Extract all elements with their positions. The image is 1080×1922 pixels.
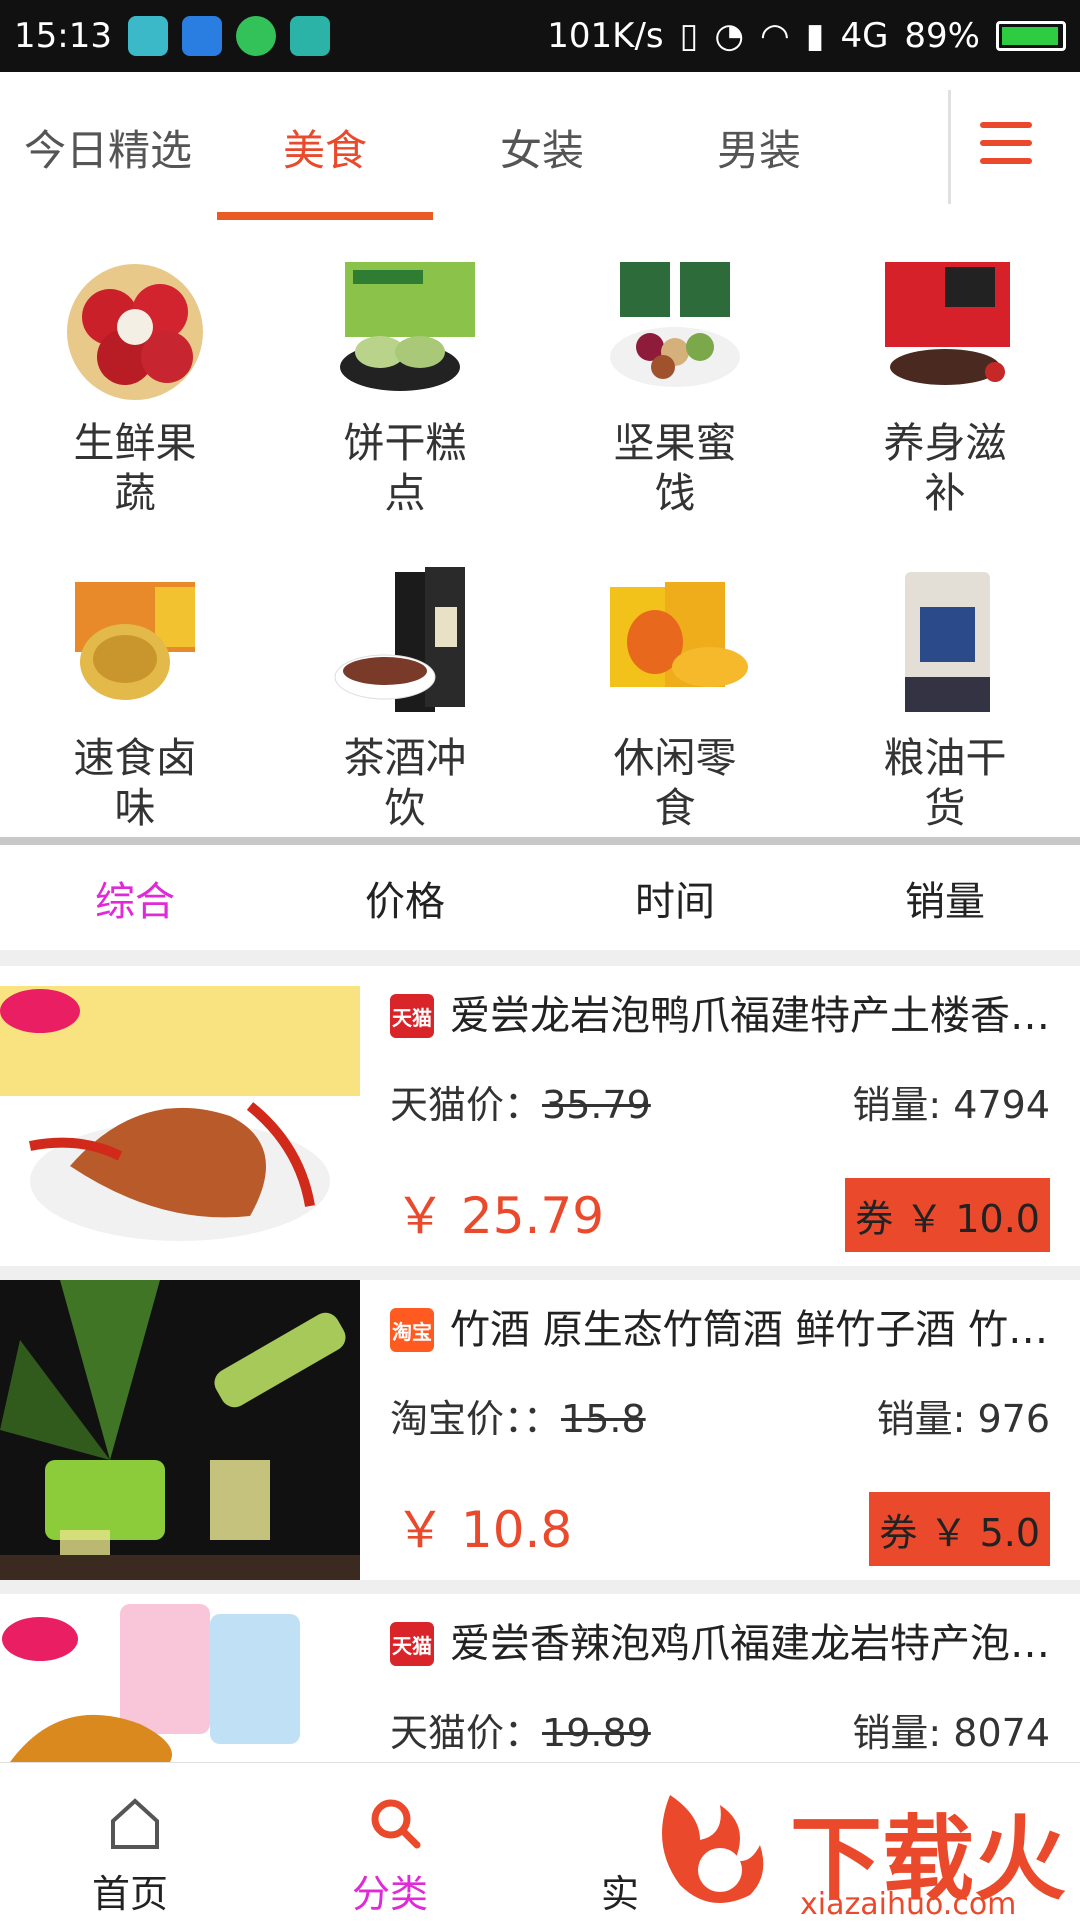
- sort-time[interactable]: 时间: [540, 845, 810, 950]
- product-title: 爱尝龙岩泡鸭爪福建特产土楼香辣泡鸭爪: [450, 993, 1060, 1039]
- tab-today-picks[interactable]: 今日精选: [0, 72, 216, 222]
- nuts-image: [610, 262, 740, 387]
- coupon-button[interactable]: 券 ￥ 10.0: [845, 1178, 1050, 1252]
- menu-icon[interactable]: [980, 122, 1032, 164]
- category-tea-drinks[interactable]: 茶酒冲饮: [270, 537, 540, 847]
- divider: [948, 90, 951, 204]
- tab-food[interactable]: 美食: [217, 72, 433, 222]
- screenshot-icon: [128, 16, 168, 56]
- sort-overall[interactable]: 综合: [0, 845, 270, 950]
- rice-bag-image: [905, 572, 990, 712]
- product-image: [0, 1594, 360, 1762]
- status-time: 15:13: [14, 16, 112, 56]
- home-icon: [111, 1798, 159, 1849]
- divider: [0, 1580, 1080, 1594]
- sort-sales[interactable]: 销量: [810, 845, 1080, 950]
- product-image: [0, 966, 360, 1266]
- product-card[interactable]: 天猫 爱尝龙岩泡鸭爪福建特产土楼香辣泡鸭爪 天猫价：35.79 销量: 4794…: [0, 966, 1080, 1266]
- coupon-button[interactable]: 券 ￥ 5.0: [869, 1492, 1050, 1566]
- app-icon: [236, 16, 276, 56]
- category-grain-oil[interactable]: 粮油干货: [810, 537, 1080, 847]
- tmall-badge-icon: 天猫: [390, 994, 434, 1038]
- nav-home[interactable]: 首页: [0, 1763, 270, 1921]
- usb-icon: [290, 16, 330, 56]
- dried-mango-image: [610, 582, 748, 687]
- category-biscuits-pastries[interactable]: 饼干糕点: [270, 222, 540, 532]
- tmall-badge-icon: 天猫: [390, 1622, 434, 1666]
- braised-food-image: [75, 582, 195, 700]
- vibrate-icon: ▯: [679, 16, 699, 56]
- tea-tin-image: [334, 567, 465, 712]
- signal-icon: ▮: [805, 16, 825, 56]
- category-instant-braised[interactable]: 速食卤味: [0, 537, 270, 847]
- tonic-box-image: [885, 262, 1010, 385]
- divider: [0, 950, 1080, 966]
- category-tabs: 今日精选 美食 女装 男装: [0, 72, 1080, 222]
- flame-logo-icon: [662, 1795, 764, 1903]
- tab-mens[interactable]: 男装: [651, 72, 867, 222]
- category-health-tonic[interactable]: 养身滋补: [810, 222, 1080, 532]
- notification-icon: [182, 16, 222, 56]
- network-speed: 101K/s: [547, 16, 664, 56]
- network-type: 4G: [840, 16, 889, 56]
- active-tab-indicator: [217, 212, 433, 220]
- product-card[interactable]: 淘宝 竹酒 原生态竹筒酒 鲜竹子酒 竹筒酒 淘宝价：：15.8 销量: 976 …: [0, 1280, 1080, 1580]
- search-icon: [371, 1799, 421, 1849]
- sales-count: 销量: 4794: [852, 1083, 1050, 1127]
- original-price: 淘宝价：：15.8: [390, 1397, 646, 1441]
- category-snacks[interactable]: 休闲零食: [540, 537, 810, 847]
- pastry-box-image: [340, 262, 475, 391]
- divider: [0, 1266, 1080, 1280]
- discounted-price: ￥ 10.8: [395, 1501, 573, 1559]
- subcategory-grid: 生鲜果蔬 饼干糕点 坚果蜜饯 养身滋补 速食卤味 茶酒冲饮 休闲零食 粮油干货: [0, 222, 1080, 837]
- product-title: 爱尝香辣泡鸡爪福建龙岩特产泡椒凤爪: [450, 1621, 1060, 1667]
- status-bar: 15:13 101K/s ▯ ◔ ◠ ▮ 4G 89%: [0, 0, 1080, 72]
- nav-category[interactable]: 分类: [260, 1763, 530, 1921]
- category-fresh-produce[interactable]: 生鲜果蔬: [0, 222, 270, 532]
- status-right: 101K/s ▯ ◔ ◠ ▮ 4G 89%: [547, 0, 1066, 72]
- product-title: 竹酒 原生态竹筒酒 鲜竹子酒 竹筒酒: [450, 1307, 1060, 1353]
- wifi-icon: ◠: [760, 16, 790, 56]
- sort-bar: 综合 价格 时间 销量: [0, 845, 1080, 950]
- original-price: 天猫价：19.89: [390, 1711, 651, 1755]
- watermark-logo: 下载火 xiazaihuo.com: [640, 1785, 1080, 1922]
- product-image: [0, 1280, 360, 1580]
- sales-count: 销量: 976: [876, 1397, 1050, 1441]
- alarm-icon: ◔: [714, 16, 745, 56]
- battery-icon: [996, 21, 1066, 51]
- battery-percent: 89%: [904, 16, 980, 56]
- discounted-price: ￥ 25.79: [395, 1187, 605, 1245]
- rambutan-image: [67, 264, 203, 400]
- product-card[interactable]: 天猫 爱尝香辣泡鸡爪福建龙岩特产泡椒凤爪 天猫价：19.89 销量: 8074: [0, 1594, 1080, 1762]
- section-divider: [0, 837, 1080, 845]
- sales-count: 销量: 8074: [852, 1711, 1050, 1755]
- tab-womens[interactable]: 女装: [434, 72, 650, 222]
- sort-price[interactable]: 价格: [270, 845, 540, 950]
- category-nuts-dried-fruit[interactable]: 坚果蜜饯: [540, 222, 810, 532]
- original-price: 天猫价：35.79: [390, 1083, 651, 1127]
- taobao-badge-icon: 淘宝: [390, 1308, 434, 1352]
